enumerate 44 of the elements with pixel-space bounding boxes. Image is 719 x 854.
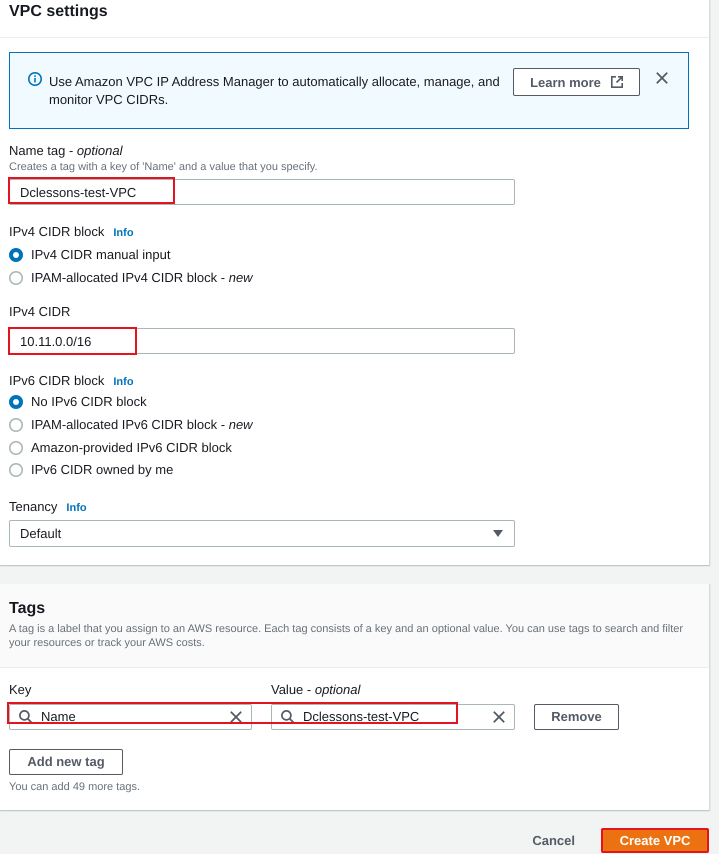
clear-icon[interactable] — [230, 710, 242, 723]
radio-button[interactable] — [9, 463, 23, 478]
add-tag-button[interactable]: Add new tag — [9, 748, 123, 775]
radio-option[interactable]: IPAM-allocated IPv4 CIDR block - new — [9, 268, 253, 287]
radio-button[interactable] — [9, 418, 23, 432]
radio-option[interactable]: IPv6 CIDR owned by me — [9, 461, 174, 480]
clear-icon[interactable] — [493, 710, 505, 723]
alert-message: Use Amazon VPC IP Address Manager to automatically allocate, manage, and monitor VPC CIDRs. — [49, 73, 501, 109]
search-icon — [19, 710, 32, 724]
radio-option[interactable]: IPv4 CIDR manual input — [9, 246, 170, 264]
radio-button[interactable] — [9, 395, 23, 410]
radio-button[interactable] — [9, 248, 23, 262]
radio-button[interactable] — [9, 270, 23, 285]
cancel-button[interactable]: Cancel — [518, 828, 589, 853]
search-icon — [281, 710, 294, 724]
field-label: Name tag - optional — [9, 142, 122, 160]
external-link-icon — [610, 76, 623, 88]
field-description: Creates a tag with a key of 'Name' and a value that you specify. — [9, 160, 318, 174]
caret-icon — [493, 530, 503, 537]
radio-option[interactable]: Amazon-provided IPv6 CIDR block — [9, 438, 232, 457]
learn-more-button[interactable]: Learn more — [513, 68, 640, 96]
info-link[interactable]: Info — [113, 373, 134, 392]
field-label: Tenancy — [9, 498, 58, 516]
info-link[interactable]: Info — [113, 224, 134, 242]
cidr-field[interactable]: 10.11.0.0/16 — [9, 328, 515, 354]
remove-button[interactable]: Remove — [534, 704, 619, 730]
tag-value-field[interactable]: Dclessons-test-VPC — [271, 704, 515, 730]
info-link[interactable]: Info — [66, 498, 87, 517]
radio-button[interactable] — [9, 440, 23, 455]
field-hint: You can add 49 more tags. — [9, 780, 142, 794]
close-icon[interactable] — [656, 72, 668, 84]
section-title: Tags — [9, 598, 46, 619]
radio-option[interactable]: IPAM-allocated IPv6 CIDR block - new — [9, 416, 253, 434]
radio-option[interactable]: No IPv6 CIDR block — [9, 393, 147, 412]
field-label: Key — [9, 680, 32, 699]
section-description: A tag is a label that you assign to an AWS resource. Each tag consists of a key and an optional value. You can use tags to search and filter your resources or track your AWS costs. — [9, 622, 684, 650]
section-title: VPC settings — [9, 2, 109, 22]
tenancy-select[interactable]: Default — [9, 520, 515, 547]
info-icon — [28, 72, 42, 86]
field-label: Value - optional — [271, 680, 360, 699]
field-label: IPv4 CIDR — [9, 303, 70, 322]
field-label: IPv4 CIDR block — [9, 223, 104, 241]
name-tag-field[interactable]: Dclessons-test-VPC — [9, 179, 515, 205]
field-label: IPv6 CIDR block — [9, 372, 104, 390]
